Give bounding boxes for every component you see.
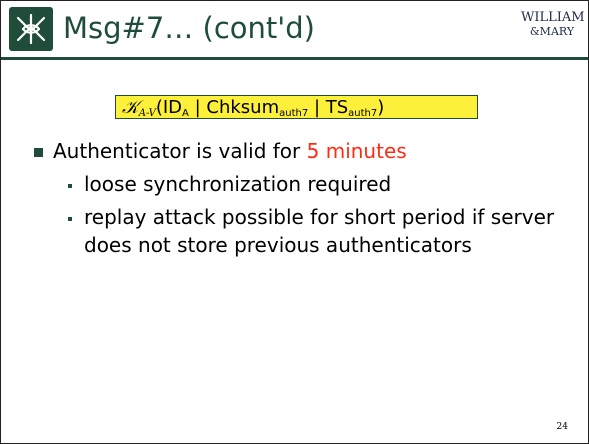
square-bullet-icon [34,148,43,157]
formula-chksum-subscript: auth7 [279,108,309,119]
sub-bullet-text: loose synchronization required [84,172,392,196]
bullet-text-prefix: Authenticator is valid for [53,139,307,163]
formula-separator-1: | [188,97,207,118]
title-divider [1,57,588,60]
formula-id-subscript: A [182,108,189,119]
cypher-seal-icon [9,7,53,51]
formula-id: ID [162,97,183,118]
formula-ts: TS [325,97,349,118]
key-subscript: A-V [138,108,156,119]
key-symbol: 𝒦 [122,97,139,118]
sub-bullet-icon [68,217,72,221]
authenticator-formula: 𝒦A-V(IDA | Chksumauth7 | TSauth7) [115,95,478,119]
formula-chksum: Chksum [206,97,280,118]
slide: Msg#7… (cont'd) WILLIAM &MARY 𝒦A-V(IDA |… [0,0,589,444]
formula-close-paren: ) [377,97,385,118]
brand-line-2: &MARY [529,25,575,38]
sub-bullet-icon [68,184,72,188]
bullet-highlight: 5 minutes [306,139,407,163]
sub-bullet-text: replay attack possible for short period … [84,205,555,257]
brand-line-1: WILLIAM [521,10,585,25]
bullet-text: Authenticator is valid for 5 minutes [53,137,407,165]
formula-open-paren: ( [155,97,163,118]
slide-title: Msg#7… (cont'd) [63,11,315,45]
seal-graphic [16,13,46,45]
page-number: 24 [556,422,568,432]
formula-ts-subscript: auth7 [348,108,378,119]
brand-wordmark: WILLIAM &MARY [521,10,585,39]
formula-separator-2: | [308,97,326,118]
